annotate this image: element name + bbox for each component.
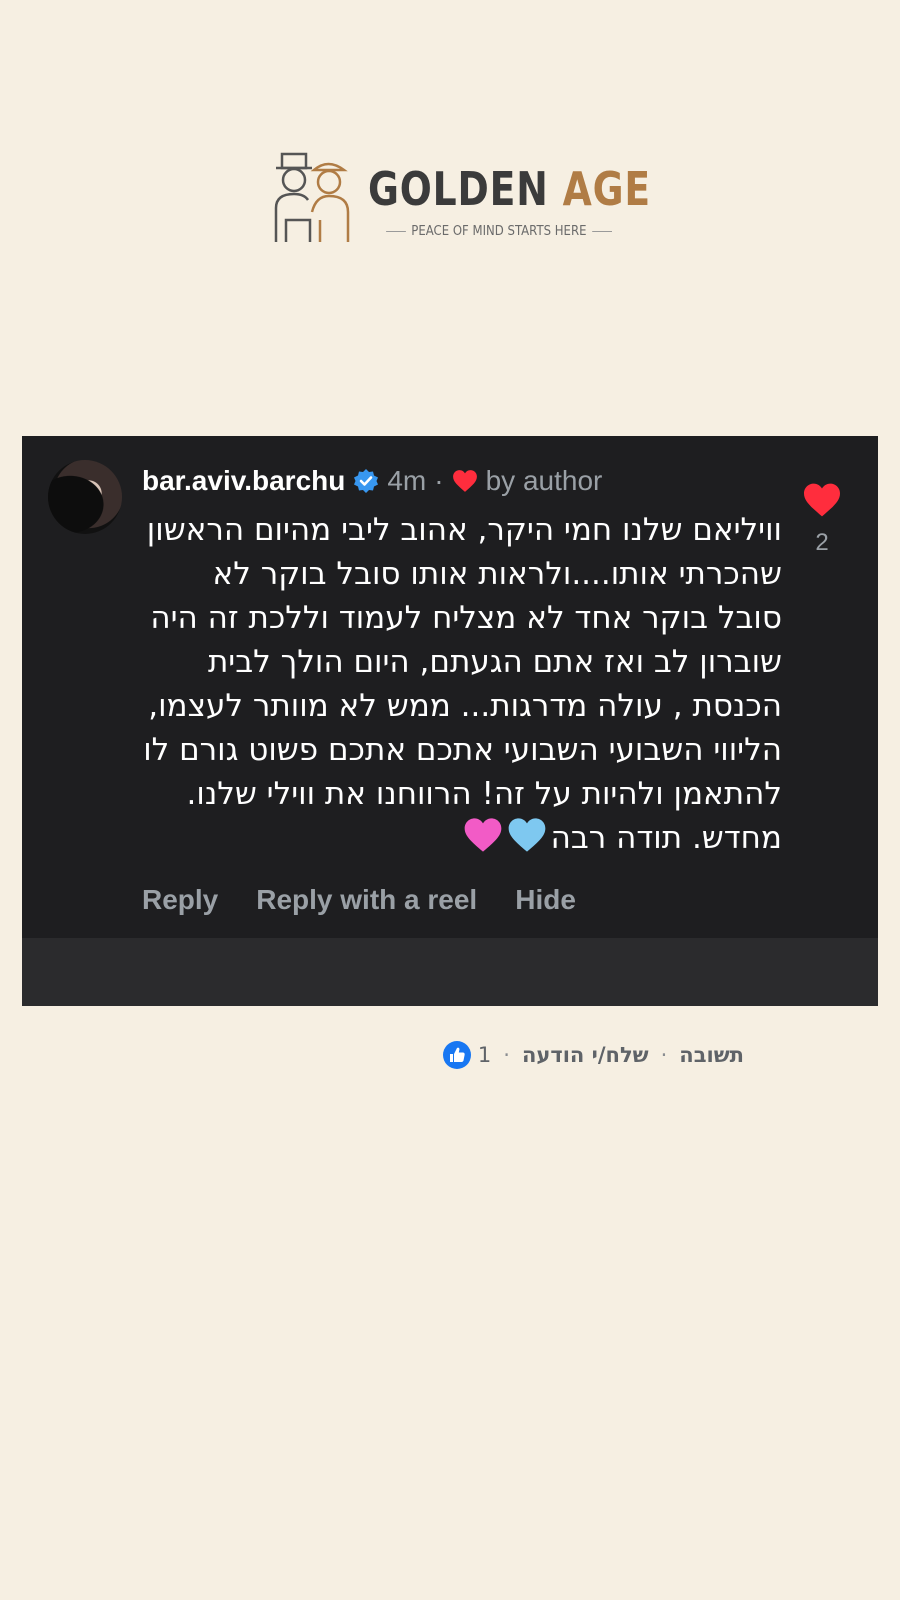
reply-button[interactable]: Reply — [142, 884, 218, 916]
fb-like-count: 1 — [477, 1043, 492, 1067]
golden-age-logo: GOLDEN AGE PEACE OF MIND STARTS HERE — [272, 150, 650, 250]
like-thumb-icon — [442, 1041, 471, 1069]
comment-header: bar.aviv.barchu 4m · by author — [142, 464, 602, 498]
reply-with-reel-button[interactable]: Reply with a reel — [256, 884, 477, 916]
verified-badge-icon — [354, 469, 379, 493]
comment-time: 4m — [387, 465, 427, 496]
fb-separator-1: · — [660, 1043, 668, 1067]
author-liked-heart-icon — [452, 470, 477, 492]
liked-by-author: by author — [485, 465, 603, 496]
fb-reply-link[interactable]: תשובה — [679, 1043, 744, 1067]
meta-separator: · — [434, 465, 444, 496]
like-heart-icon[interactable] — [802, 482, 842, 518]
logo-wordmark: GOLDEN AGE — [368, 162, 651, 216]
avatar[interactable] — [48, 460, 122, 534]
hide-button[interactable]: Hide — [515, 884, 576, 916]
logo-tagline-text: PEACE OF MIND STARTS HERE — [411, 224, 587, 239]
avatar-hair — [48, 460, 122, 534]
fb-like-indicator[interactable]: 1 — [442, 1040, 491, 1070]
pink-heart-icon — [464, 818, 501, 852]
tagline-rule-right — [591, 231, 612, 232]
comment-like-area: 2 — [792, 482, 852, 557]
card-footer-band — [22, 938, 878, 1006]
logo-tagline: PEACE OF MIND STARTS HERE — [381, 224, 612, 239]
comment-like-count: 2 — [815, 529, 829, 556]
logo-word-golden: GOLDEN — [368, 162, 549, 216]
light-blue-heart-icon — [508, 818, 545, 852]
comment-text: וויליאם שלנו חמי היקר, אהוב ליבי מהיום ה… — [143, 512, 782, 856]
comment-actions: Reply Reply with a reel Hide — [142, 884, 576, 916]
logo-figures-icon — [274, 152, 350, 242]
fb-separator-2: · — [503, 1043, 510, 1067]
comment-text-block: וויליאם שלנו חמי היקר, אהוב ליבי מהיום ה… — [142, 508, 782, 860]
facebook-action-bar: תשובה · שלח/י הודעה · 1 — [442, 1040, 744, 1070]
logo-word-age: AGE — [562, 162, 651, 216]
tagline-rule-left — [386, 231, 406, 232]
comment-card: bar.aviv.barchu 4m · by author וויליאם ש… — [22, 436, 878, 1006]
fb-send-message-link[interactable]: שלח/י הודעה — [522, 1043, 649, 1067]
username[interactable]: bar.aviv.barchu — [142, 465, 345, 497]
